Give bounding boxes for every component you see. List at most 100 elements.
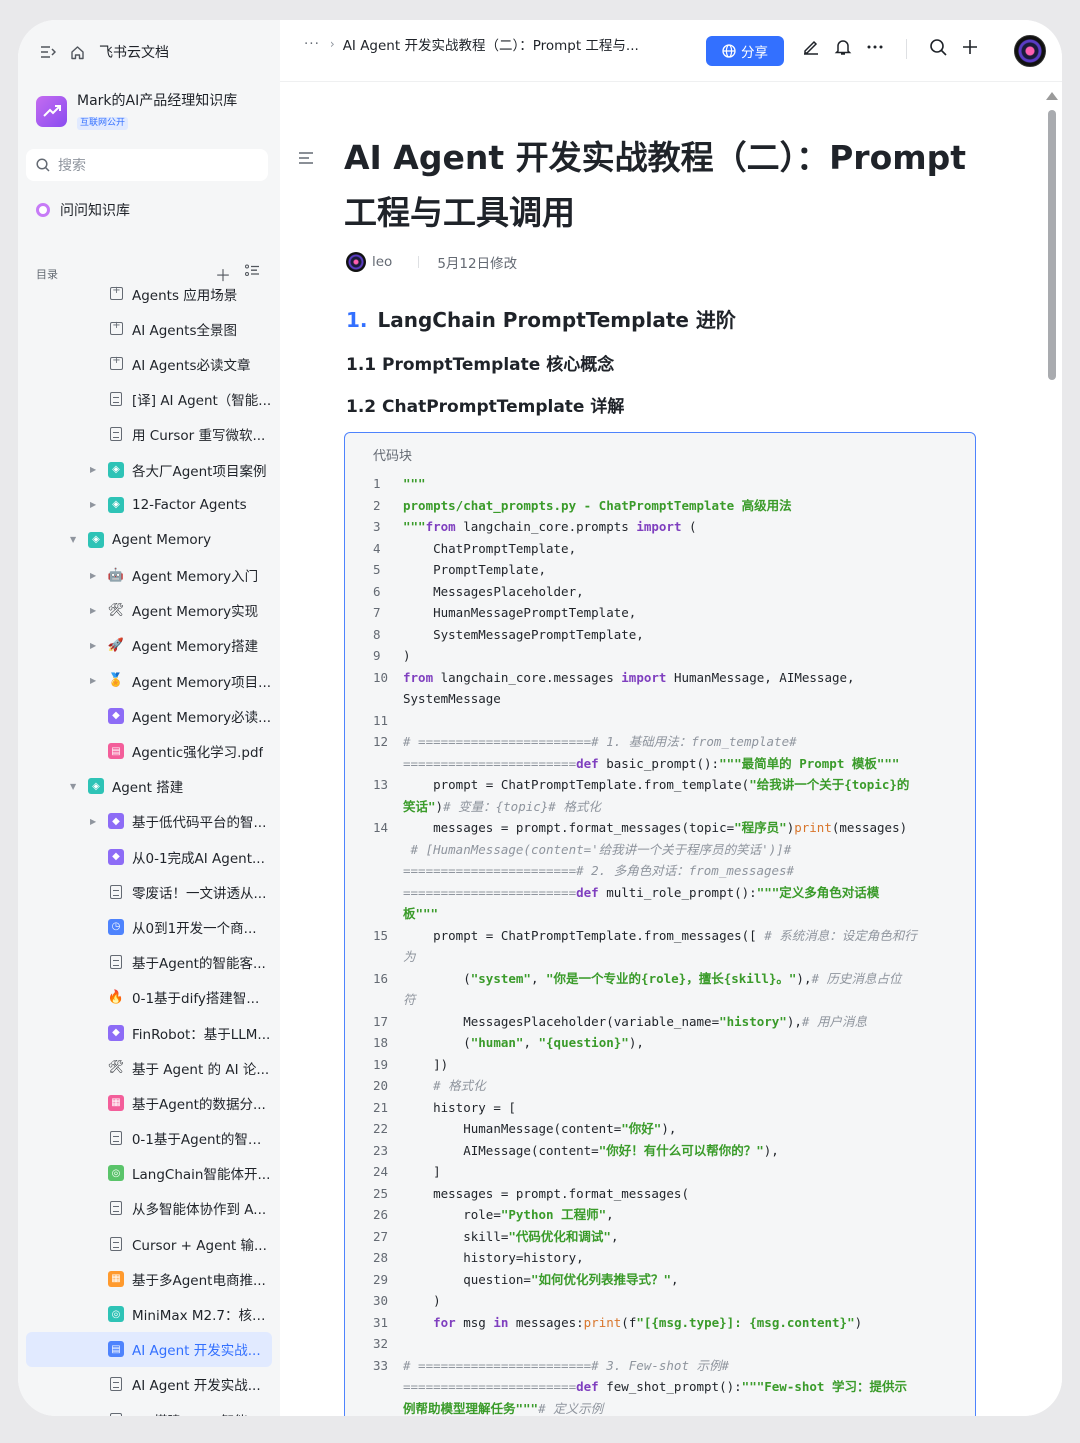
sidebar-item[interactable]: ▦ 基于Agent的数据分...: [26, 1085, 272, 1120]
sidebar-item[interactable]: ◎ MiniMax M2.7：核心...: [26, 1296, 272, 1331]
caret-down-icon[interactable]: ▼: [70, 535, 76, 544]
sidebar-item[interactable]: ▼ ◈ Agent Memory: [26, 522, 272, 557]
sidebar-item-label: 基于Agent的智能客...: [132, 956, 266, 973]
edit-icon[interactable]: [802, 38, 820, 60]
sidebar-item[interactable]: 零废话！一文讲透从...: [26, 874, 272, 909]
heading-2-concepts: 1.1 PromptTemplate 核心概念: [346, 355, 615, 375]
sidebar-item[interactable]: 基于Agent的智能客...: [26, 945, 272, 980]
bell-icon[interactable]: [834, 38, 852, 60]
sidebar-item[interactable]: ▼ ◈ Agent 搭建: [26, 769, 272, 804]
code-token: """最简单的 Prompt 模板""": [719, 755, 900, 771]
line-number: 20: [373, 1078, 389, 1093]
line-number: 22: [373, 1121, 389, 1136]
sidebar-item[interactable]: ▤ Agentic强化学习.pdf: [26, 733, 272, 768]
code-block[interactable]: 代码块 1 """ 2 prompts/chat_prompts.py - ChatP…: [344, 432, 976, 1416]
scroll-thumb[interactable]: [1048, 110, 1056, 380]
share-button[interactable]: 分享: [706, 36, 784, 66]
code-line: 2 prompts/chat_prompts.py - ChatPromptTem…: [345, 495, 975, 517]
page-icon: [110, 355, 123, 371]
code-text: prompts/chat_prompts.py - ChatPromptTemp…: [403, 495, 975, 517]
tools-emoji-icon: 🛠: [107, 602, 125, 618]
home-icon[interactable]: [70, 45, 85, 60]
more-icon[interactable]: [866, 38, 884, 60]
sidebar-item[interactable]: ▶ ◈ 12-Factor Agents: [26, 487, 272, 522]
caret-right-icon[interactable]: ▶: [90, 676, 96, 685]
line-number: 29: [373, 1271, 389, 1287]
sidebar-item[interactable]: ▶ 🤖 Agent Memory入门: [26, 558, 272, 593]
code-token: (: [403, 970, 471, 986]
outline-toggle-icon[interactable]: [298, 150, 314, 169]
top-bar: ··· › AI Agent 开发实战教程（二）：Prompt 工程与... 分…: [280, 20, 1062, 82]
search-icon[interactable]: [929, 38, 947, 60]
sidebar-item[interactable]: [译] AI Agent（智能...: [26, 382, 272, 417]
code-text: messages = prompt.format_messages(topic=…: [403, 817, 975, 925]
sidebar-item[interactable]: 🛠 基于 Agent 的 AI 论...: [26, 1050, 272, 1085]
sidebar-item[interactable]: 0-1基于Agent的智能...: [26, 1121, 272, 1156]
sidebar-item[interactable]: ▶ 🏅 Agent Memory项目...: [26, 663, 272, 698]
caret-right-icon[interactable]: ▶: [90, 465, 96, 474]
sidebar-item[interactable]: ◎ LangChain智能体开...: [26, 1156, 272, 1191]
plus-icon[interactable]: [961, 38, 979, 60]
caret-down-icon[interactable]: ▼: [70, 782, 76, 791]
sidebar-item[interactable]: ◆ 从0-1完成AI Agent...: [26, 839, 272, 874]
sidebar-item[interactable]: ▶ ◆ 基于低代码平台的智...: [26, 804, 272, 839]
code-token: messages:: [508, 1314, 584, 1330]
sidebar-item[interactable]: ▤ AI Agent 开发实战...: [26, 1331, 272, 1367]
caret-right-icon[interactable]: ▶: [90, 571, 96, 580]
code-token: ),: [786, 1013, 802, 1029]
line-number: 3: [373, 519, 381, 534]
sidebar-item[interactable]: AI Agents必读文章: [26, 346, 272, 381]
wiki-teal-icon: ◈: [108, 496, 124, 513]
sidebar-item-label: 用 Cursor 重写微软...: [132, 428, 266, 445]
sidebar-item[interactable]: ◆ Agent Memory必读...: [26, 698, 272, 733]
knowledge-base-header[interactable]: Mark的AI产品经理知识库 互联网公开: [36, 92, 237, 130]
code-token: ]: [403, 1164, 441, 1179]
author-avatar[interactable]: [346, 252, 366, 272]
sidebar-item[interactable]: AI Agents全景图: [26, 311, 272, 346]
scroll-up-arrow-icon[interactable]: [1046, 92, 1058, 100]
sidebar-item[interactable]: 从多智能体协作到 A...: [26, 1191, 272, 1226]
sidebar-item[interactable]: ▦ 基于多Agent电商推...: [26, 1261, 272, 1296]
scrollbar[interactable]: [1046, 92, 1058, 1412]
caret-right-icon[interactable]: ▶: [90, 817, 96, 826]
tools-emoji-icon: 🛠: [107, 1060, 125, 1076]
caret-right-icon[interactable]: ▶: [90, 500, 96, 509]
user-avatar[interactable]: [1014, 35, 1046, 67]
sidebar-item[interactable]: 🔥 0-1基于dify搭建智...: [26, 980, 272, 1015]
sidebar-item[interactable]: 用 Cursor 重写微软...: [26, 417, 272, 452]
line-number: 2: [373, 497, 381, 513]
line-number: 16: [373, 970, 389, 986]
sidebar-item[interactable]: ◷ 从0到1开发一个商...: [26, 909, 272, 944]
caret-right-icon[interactable]: ▶: [90, 641, 96, 650]
code-token: ),: [628, 1035, 644, 1050]
code-line: 15 prompt = ChatPromptTemplate.from_mess…: [345, 925, 975, 968]
breadcrumb-current[interactable]: AI Agent 开发实战教程（二）：Prompt 工程与...: [343, 34, 639, 54]
caret-right-icon[interactable]: ▶: [90, 606, 96, 615]
code-token: "如何优化列表推导式？": [530, 1271, 672, 1287]
line-number: 12: [373, 734, 389, 749]
code-token: ]): [403, 1056, 449, 1072]
search-input[interactable]: 搜索: [26, 149, 268, 181]
brand-name[interactable]: 飞书云文档: [99, 42, 169, 62]
code-token: def: [576, 884, 599, 900]
sidebar-item[interactable]: AI Agent 开发实战...: [26, 1367, 272, 1402]
blue-clock-icon: ◷: [108, 918, 124, 935]
code-token: ): [854, 1314, 863, 1330]
collapse-sidebar-icon[interactable]: [40, 45, 56, 59]
code-token: def: [576, 1379, 599, 1394]
breadcrumb-more-button[interactable]: ···: [304, 36, 320, 52]
purple-square-icon: ◆: [108, 813, 124, 830]
sidebar-item[interactable]: Agents 应用场景: [26, 276, 272, 311]
code-text: HumanMessagePromptTemplate,: [403, 602, 975, 624]
sidebar-item[interactable]: Cursor + Agent 输...: [26, 1226, 272, 1261]
sidebar-item[interactable]: ▶ 🛠 Agent Memory实现: [26, 593, 272, 628]
ask-knowledge-base-button[interactable]: 问问知识库: [36, 200, 130, 220]
sidebar-item[interactable]: 0-1搭建Agent智能...: [26, 1402, 272, 1416]
doc-icon: [110, 1412, 122, 1416]
sidebar-item[interactable]: ◆ FinRobot：基于LLM...: [26, 1015, 272, 1050]
code-text: # =======================# 3. Few-shot 示…: [403, 1355, 975, 1417]
sidebar-item[interactable]: ▶ ◈ 各大厂Agent项目案例: [26, 452, 272, 487]
author-name[interactable]: leo: [372, 254, 392, 270]
sidebar-item[interactable]: ▶ 🚀 Agent Memory搭建: [26, 628, 272, 663]
code-token: ,: [523, 1035, 539, 1050]
